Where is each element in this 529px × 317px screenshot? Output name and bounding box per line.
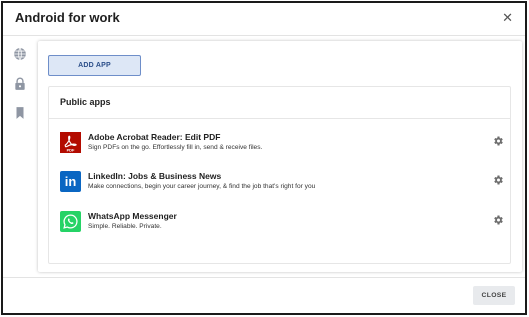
- public-apps-card: Public apps PDF Adobe Acrobat Reader: Ed…: [48, 86, 511, 264]
- public-apps-title: Public apps: [60, 97, 111, 107]
- content-panel: ADD APP Public apps PDF Adobe Acrobat Re…: [38, 41, 522, 272]
- app-row[interactable]: in LinkedIn: Jobs & Business News Make c…: [49, 171, 510, 207]
- app-name: LinkedIn: Jobs & Business News: [88, 171, 222, 181]
- app-name: Adobe Acrobat Reader: Edit PDF: [88, 132, 221, 142]
- adobe-acrobat-icon: PDF: [60, 132, 81, 153]
- close-button[interactable]: CLOSE: [473, 286, 515, 305]
- dialog-footer: CLOSE: [3, 277, 525, 313]
- lock-icon[interactable]: [13, 77, 27, 91]
- linkedin-icon: in: [60, 171, 81, 192]
- app-description: Simple. Reliable. Private.: [88, 223, 162, 230]
- app-description: Make connections, begin your career jour…: [88, 183, 316, 190]
- dialog-title: Android for work: [15, 10, 120, 25]
- app-description: Sign PDFs on the go. Effortlessly fill i…: [88, 144, 263, 151]
- gear-icon[interactable]: [492, 174, 504, 186]
- gear-icon[interactable]: [492, 135, 504, 147]
- whatsapp-icon: [60, 211, 81, 232]
- bookmark-icon[interactable]: [13, 106, 27, 120]
- globe-icon[interactable]: [13, 47, 27, 61]
- dialog-header: Android for work ✕: [3, 3, 525, 36]
- add-app-button[interactable]: ADD APP: [48, 55, 141, 76]
- android-for-work-dialog: Android for work ✕ ADD APP Public apps P…: [1, 1, 527, 315]
- svg-text:PDF: PDF: [67, 147, 75, 152]
- app-row[interactable]: WhatsApp Messenger Simple. Reliable. Pri…: [49, 211, 510, 247]
- app-row[interactable]: PDF Adobe Acrobat Reader: Edit PDF Sign …: [49, 132, 510, 168]
- public-apps-header: Public apps: [49, 87, 510, 119]
- close-icon[interactable]: ✕: [502, 11, 513, 25]
- app-name: WhatsApp Messenger: [88, 211, 177, 221]
- gear-icon[interactable]: [492, 214, 504, 226]
